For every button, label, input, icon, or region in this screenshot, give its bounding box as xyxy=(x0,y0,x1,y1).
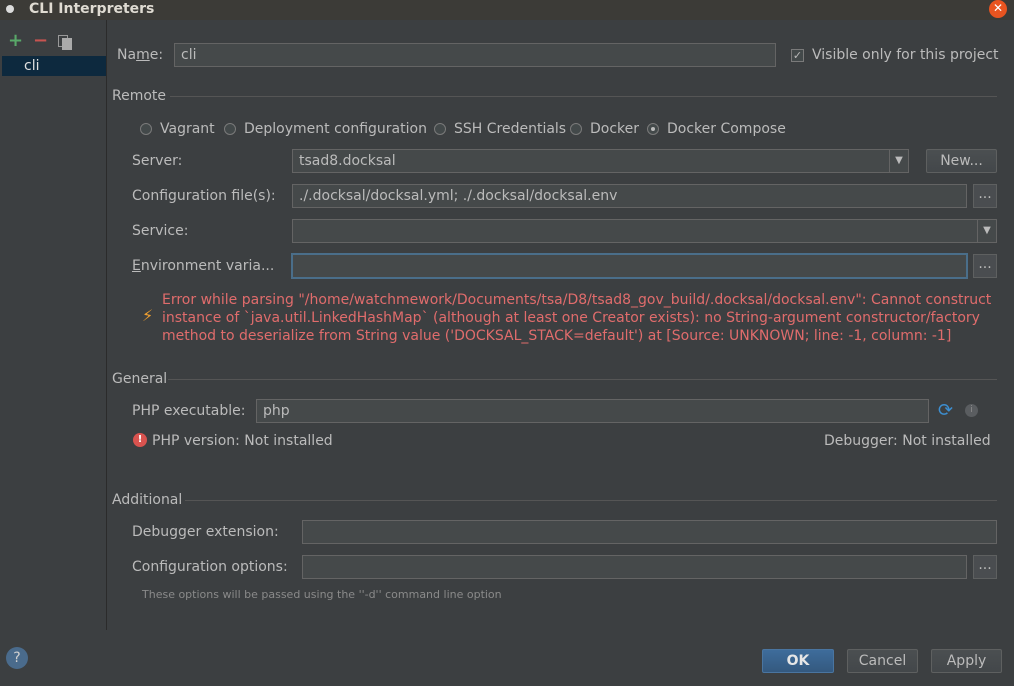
apply-button[interactable]: Apply xyxy=(931,649,1002,673)
name-input[interactable]: cli xyxy=(174,43,776,67)
server-select-value: tsad8.docksal xyxy=(299,153,396,169)
add-icon[interactable]: + xyxy=(8,31,23,51)
chevron-down-icon: ▼ xyxy=(889,150,908,172)
php-exec-input[interactable]: php xyxy=(256,399,929,423)
new-server-button[interactable]: New... xyxy=(926,149,997,173)
server-label: Server: xyxy=(132,153,183,169)
env-vars-input[interactable] xyxy=(291,253,968,279)
env-vars-label: Environment varia... xyxy=(132,258,275,274)
window-title: CLI Interpreters xyxy=(29,1,155,17)
help-icon[interactable]: ? xyxy=(6,647,28,669)
radio-ssh-label: SSH Credentials xyxy=(454,121,567,137)
remote-divider xyxy=(170,96,997,97)
remove-icon[interactable]: − xyxy=(33,31,48,51)
list-item[interactable]: cli xyxy=(2,56,106,76)
config-files-browse-button[interactable]: ... xyxy=(973,184,997,208)
window-menu-icon[interactable] xyxy=(6,5,14,13)
ok-button[interactable]: OK xyxy=(762,649,834,673)
env-vars-browse-button[interactable]: ... xyxy=(973,254,997,278)
config-options-browse-button[interactable]: ... xyxy=(973,555,997,579)
service-select[interactable]: ▼ xyxy=(292,219,997,243)
general-section-title: General xyxy=(112,371,168,387)
remote-section-title: Remote xyxy=(112,88,167,104)
close-icon[interactable]: ✕ xyxy=(989,0,1007,18)
radio-docker[interactable] xyxy=(570,123,582,135)
cancel-button[interactable]: Cancel xyxy=(847,649,918,673)
info-icon[interactable]: i xyxy=(965,404,978,417)
radio-docker-compose-label: Docker Compose xyxy=(667,121,786,137)
radio-deployment-label: Deployment configuration xyxy=(244,121,427,137)
radio-deployment-configuration[interactable] xyxy=(224,123,236,135)
service-label: Service: xyxy=(132,223,189,239)
refresh-icon[interactable]: ⟳ xyxy=(938,401,953,421)
error-icon: ! xyxy=(133,433,147,447)
config-options-label: Configuration options: xyxy=(132,559,288,575)
debugger-extension-label: Debugger extension: xyxy=(132,524,279,540)
radio-docker-label: Docker xyxy=(590,121,640,137)
radio-docker-compose[interactable] xyxy=(647,123,659,135)
php-exec-label: PHP executable: xyxy=(132,403,246,419)
config-options-input[interactable] xyxy=(302,555,967,579)
list-item-label: cli xyxy=(24,58,40,74)
copy-icon[interactable] xyxy=(58,35,72,50)
config-files-input[interactable]: ./.docksal/docksal.yml; ./.docksal/docks… xyxy=(292,184,967,208)
php-version-status: PHP version: Not installed xyxy=(152,433,333,449)
visible-only-label: Visible only for this project xyxy=(812,47,999,63)
radio-ssh-credentials[interactable] xyxy=(434,123,446,135)
additional-section-title: Additional xyxy=(112,492,183,508)
general-divider xyxy=(168,379,997,380)
error-line-1: Error while parsing "/home/watchmework/D… xyxy=(162,292,992,308)
radio-vagrant[interactable] xyxy=(140,123,152,135)
server-select[interactable]: tsad8.docksal ▼ xyxy=(292,149,909,173)
warning-icon: ⚡ xyxy=(142,306,154,325)
interpreters-list-panel xyxy=(0,20,107,630)
config-options-hint: These options will be passed using the '… xyxy=(142,588,502,601)
debugger-status: Debugger: Not installed xyxy=(824,433,991,449)
radio-vagrant-label: Vagrant xyxy=(160,121,215,137)
name-label: Name: xyxy=(117,47,164,63)
debugger-extension-input[interactable] xyxy=(302,520,997,544)
config-files-label: Configuration file(s): xyxy=(132,188,276,204)
error-line-2: instance of `java.util.LinkedHashMap` (a… xyxy=(162,310,980,326)
visible-only-checkbox[interactable]: ✓ xyxy=(791,49,804,62)
additional-divider xyxy=(185,500,997,501)
chevron-down-icon: ▼ xyxy=(977,220,996,242)
error-line-3: method to deserialize from String value … xyxy=(162,328,952,344)
